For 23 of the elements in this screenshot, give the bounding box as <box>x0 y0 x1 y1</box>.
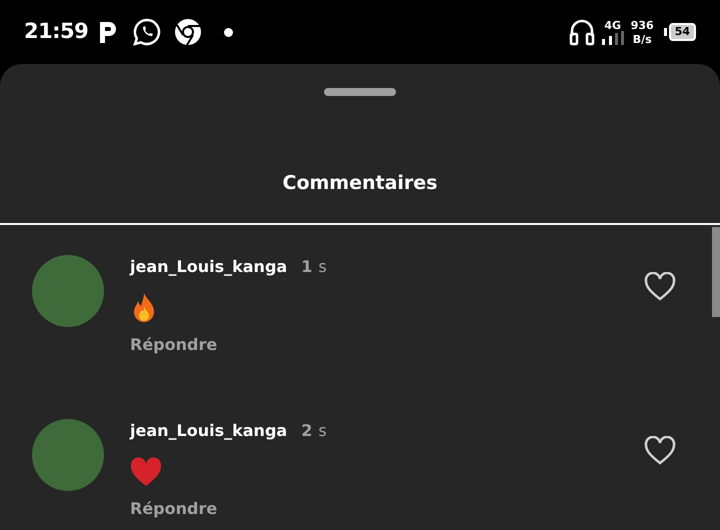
sheet-title: Commentaires <box>282 170 438 196</box>
signal-icon <box>600 30 625 44</box>
browser-icon <box>174 18 202 46</box>
comment-age-number: 2 <box>301 420 312 442</box>
username[interactable]: jean_Louis_kanga <box>130 255 288 279</box>
p-letter-icon <box>98 20 118 44</box>
reply-button[interactable]: Répondre <box>130 335 218 355</box>
comment-age-number: 1 <box>301 256 312 278</box>
network-type: 4G <box>604 20 622 30</box>
chat-bubble-icon <box>132 17 162 47</box>
reply-button[interactable]: Répondre <box>130 499 218 519</box>
heart-icon <box>130 457 162 487</box>
drag-handle[interactable] <box>324 88 396 96</box>
status-time: 21:59 <box>24 18 88 46</box>
username[interactable]: jean_Louis_kanga <box>130 419 288 443</box>
like-heart-icon[interactable] <box>644 272 676 302</box>
speed-unit: B/s <box>632 34 652 44</box>
comment-age-unit: s <box>318 420 327 442</box>
comment-age-unit: s <box>318 256 327 278</box>
battery-indicator: 54 <box>664 23 696 41</box>
speed-value: 936 <box>630 20 654 30</box>
like-heart-icon[interactable] <box>644 436 676 466</box>
headphones-icon <box>568 18 595 46</box>
